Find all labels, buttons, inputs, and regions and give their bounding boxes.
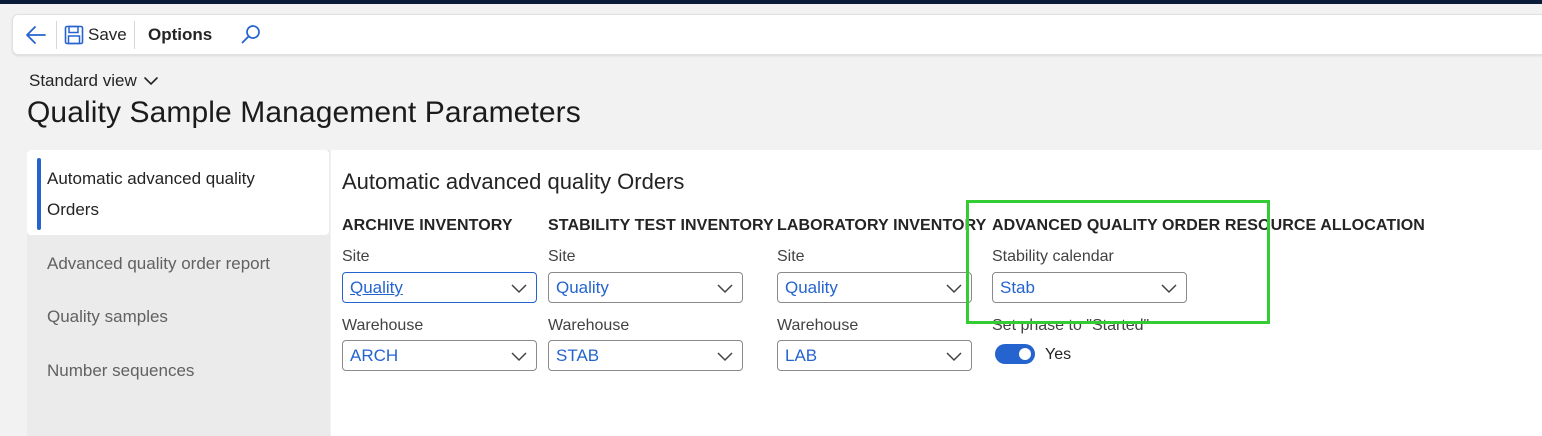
search-icon [241, 25, 260, 44]
arrow-left-icon [26, 26, 46, 44]
top-band [0, 0, 1542, 4]
laboratory-warehouse-dropdown[interactable]: LAB [777, 340, 972, 371]
toolbar-divider [56, 21, 57, 49]
section-title: Automatic advanced quality Orders [342, 169, 685, 194]
chevron-down-icon [946, 284, 962, 294]
stability-warehouse-dropdown[interactable]: STAB [548, 340, 743, 371]
command-bar: Save Options [12, 14, 1542, 55]
dropdown-value: Quality [350, 278, 403, 297]
set-phase-toggle[interactable] [995, 344, 1035, 364]
group-heading-stability: STABILITY TEST INVENTORY [548, 217, 774, 234]
toolbar-divider [134, 21, 135, 49]
group-heading-archive: ARCHIVE INVENTORY [342, 217, 513, 234]
dropdown-value: ARCH [350, 346, 399, 365]
floppy-disk-icon [64, 25, 84, 45]
active-indicator [37, 158, 41, 230]
stability-site-dropdown[interactable]: Quality [548, 272, 743, 303]
sidebar-item-label: Automatic advanced quality Orders [47, 163, 317, 225]
chevron-down-icon [511, 284, 527, 294]
view-selector[interactable]: Standard view [29, 71, 159, 91]
set-phase-value: Yes [1045, 346, 1072, 363]
sidebar-item-order-report[interactable]: Advanced quality order report [47, 248, 317, 279]
sidebar-item-automatic-orders[interactable]: Automatic advanced quality Orders [27, 150, 329, 235]
sidebar-item-quality-samples[interactable]: Quality samples [47, 301, 317, 332]
search-button[interactable] [239, 23, 263, 47]
sidebar-item-number-sequences[interactable]: Number sequences [47, 355, 317, 386]
options-menu[interactable]: Options [148, 25, 212, 45]
chevron-down-icon [717, 284, 733, 294]
highlight-box [966, 200, 1270, 324]
page-title: Quality Sample Management Parameters [27, 96, 581, 129]
chevron-down-icon [717, 352, 733, 362]
group-heading-laboratory: LABORATORY INVENTORY [777, 217, 987, 234]
save-button[interactable]: Save [64, 23, 127, 47]
chevron-down-icon [511, 352, 527, 362]
chevron-down-icon [946, 352, 962, 362]
main-content: Automatic advanced quality Orders ARCHIV… [331, 150, 1542, 436]
chevron-down-icon [143, 77, 158, 86]
dropdown-value: STAB [556, 346, 600, 365]
archive-site-dropdown[interactable]: Quality [342, 272, 537, 303]
warehouse-label: Warehouse [777, 317, 859, 334]
site-label: Site [342, 248, 370, 265]
dropdown-value: LAB [785, 346, 818, 365]
save-label: Save [88, 25, 127, 44]
warehouse-label: Warehouse [342, 317, 424, 334]
site-label: Site [548, 248, 576, 265]
back-button[interactable] [23, 23, 49, 47]
site-label: Site [777, 248, 805, 265]
sidebar-item-label-line2: Orders [47, 200, 99, 219]
sidebar-item-label-line1: Automatic advanced quality [47, 169, 255, 188]
dropdown-value: Quality [785, 278, 838, 297]
sidebar: Automatic advanced quality Orders Advanc… [27, 150, 330, 436]
warehouse-label: Warehouse [548, 317, 630, 334]
archive-warehouse-dropdown[interactable]: ARCH [342, 340, 537, 371]
laboratory-site-dropdown[interactable]: Quality [777, 272, 972, 303]
dropdown-value: Quality [556, 278, 609, 297]
toggle-knob [1019, 348, 1031, 360]
view-label: Standard view [29, 71, 137, 90]
